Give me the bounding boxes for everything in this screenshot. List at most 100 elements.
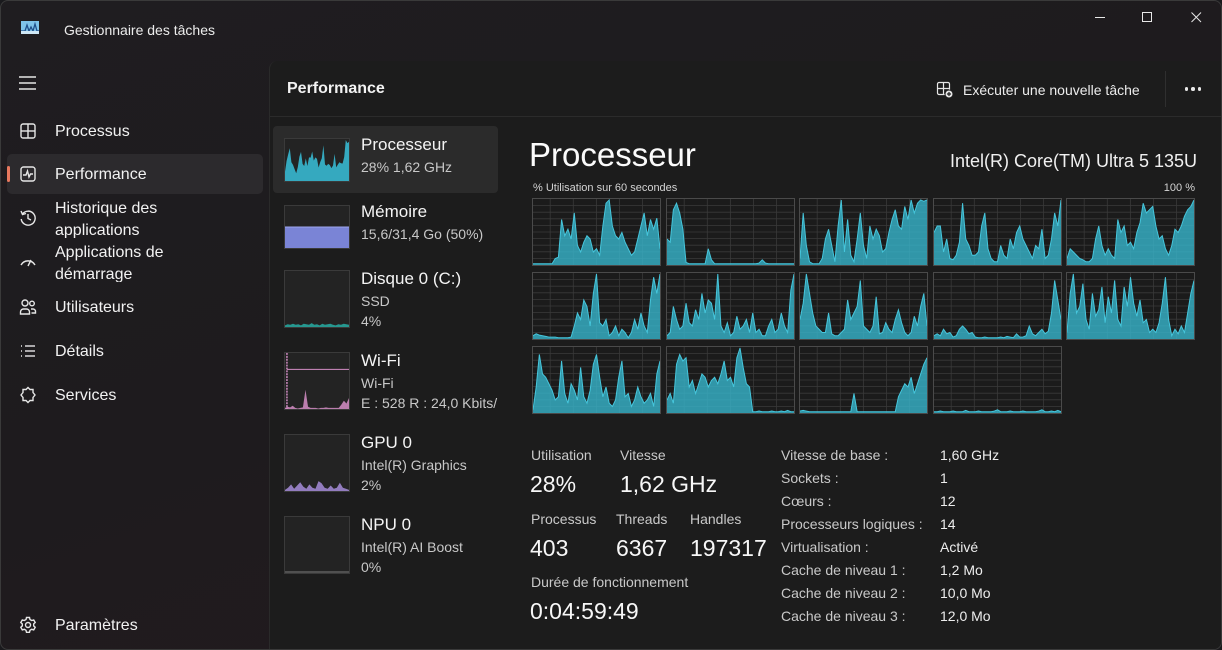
handles-value: 197317	[690, 535, 767, 561]
run-new-task-button[interactable]: Exécuter une nouvelle tâche	[936, 77, 1140, 103]
cpu-core-svg	[933, 347, 1061, 413]
disk-thumbnail-graph	[284, 270, 350, 328]
resource-name: NPU 0	[361, 515, 412, 534]
resource-item-wifi[interactable]: Wi-Fi Wi-Fi E : 528 R : 24,0 Kbits/	[273, 342, 498, 411]
active-indicator	[7, 166, 10, 182]
resource-name: Mémoire	[361, 202, 428, 221]
cpu-core-graph	[932, 346, 1062, 414]
history-icon	[19, 209, 37, 227]
cpu-thumbnail-graph	[284, 138, 350, 182]
gear-icon	[19, 616, 37, 634]
resource-type: Wi-Fi	[361, 375, 394, 391]
cpu-core-svg	[1067, 199, 1194, 265]
cpu-core-graph	[665, 272, 795, 340]
cpu-core-graph	[665, 346, 795, 414]
graph-max-label: 100 %	[1163, 182, 1195, 194]
utilisation-value: 28%	[530, 471, 577, 497]
resource-type: Intel(R) AI Boost	[361, 539, 463, 555]
threads-value: 6367	[616, 535, 668, 561]
resource-value: 4%	[361, 313, 382, 329]
spec-value: 14	[940, 516, 956, 532]
services-icon	[19, 386, 37, 404]
detail-title: Processeur	[529, 136, 696, 173]
resource-value: 0%	[361, 559, 382, 575]
cpu-core-svg	[666, 347, 794, 413]
resource-value: 15,6/31,4 Go (50%)	[361, 226, 484, 242]
thumb-gpu-area	[285, 481, 349, 491]
sidebar-item-startup-apps[interactable]: Applications de démarrage	[7, 242, 263, 282]
spec-label: Sockets :	[781, 470, 839, 486]
cpu-core-svg	[533, 273, 660, 339]
resource-item-gpu[interactable]: GPU 0 Intel(R) Graphics 2%	[273, 424, 498, 493]
cpu-core-graph	[532, 272, 661, 340]
spec-value: 1,60 GHz	[940, 447, 1000, 463]
cpu-core-graph	[665, 198, 795, 266]
cpu-core-svg	[533, 199, 660, 265]
more-dot-icon	[1197, 87, 1202, 91]
run-task-label: Exécuter une nouvelle tâche	[963, 82, 1140, 98]
resource-name: Processeur	[361, 135, 447, 154]
page-title: Performance	[287, 80, 385, 97]
cpu-core-graph	[532, 198, 661, 266]
resource-item-npu[interactable]: NPU 0 Intel(R) AI Boost 0%	[273, 506, 498, 575]
header-divider	[1165, 71, 1166, 107]
sidebar-item-settings[interactable]: Paramètres	[7, 605, 263, 645]
cpu-core-graph	[932, 198, 1062, 266]
memory-fill-bar	[285, 227, 349, 248]
cpu-core-svg	[666, 199, 794, 265]
run-task-icon	[936, 81, 954, 99]
sidebar-item-label: Historique des applications	[55, 200, 158, 238]
sidebar-item-services[interactable]: Services	[7, 375, 263, 415]
handles-label: Handles	[690, 511, 742, 527]
cpu-core-graph	[799, 346, 928, 414]
resource-name: GPU 0	[361, 433, 413, 452]
cpu-core-graph	[932, 272, 1062, 340]
spec-value: 1,2 Mo	[940, 562, 983, 578]
resource-type: SSD	[361, 293, 390, 309]
spec-label: Cache de niveau 3 :	[781, 608, 906, 624]
close-icon	[1190, 11, 1201, 22]
main-panel: Performance Exécuter une nouvelle tâche …	[269, 61, 1221, 649]
resource-item-memory[interactable]: Mémoire 15,6/31,4 Go (50%)	[273, 193, 498, 260]
spec-value: 10,0 Mo	[940, 585, 991, 601]
processes-label: Processus	[531, 511, 597, 527]
resource-name: Wi-Fi	[361, 351, 401, 370]
close-button[interactable]	[1173, 1, 1219, 33]
resource-value: 28% 1,62 GHz	[361, 159, 453, 175]
hamburger-icon[interactable]	[18, 75, 38, 91]
graph-caption: % Utilisation sur 60 secondes	[533, 182, 678, 194]
utilisation-label: Utilisation	[531, 447, 592, 463]
spec-value: 1	[940, 470, 948, 486]
cpu-model-name: Intel(R) Core(TM) Ultra 5 135U	[949, 151, 1197, 171]
maximize-button[interactable]	[1124, 1, 1170, 33]
spec-value: 12	[940, 493, 956, 509]
more-dot-icon	[1191, 87, 1195, 91]
minimize-button[interactable]	[1077, 1, 1123, 33]
sidebar-item-performance[interactable]: Performance	[7, 154, 263, 194]
cpu-core-svg	[1067, 273, 1194, 339]
uptime-value: 0:04:59:49	[530, 598, 639, 624]
details-icon	[19, 342, 37, 360]
thumb-cpu-area	[285, 139, 349, 181]
cpu-core-area	[533, 273, 660, 339]
cpu-core-svg	[800, 199, 927, 265]
thumb-disk-area	[285, 323, 349, 327]
spec-value: Activé	[940, 539, 979, 555]
sidebar-item-users[interactable]: Utilisateurs	[7, 287, 263, 327]
resource-item-disk[interactable]: Disque 0 (C:) SSD 4%	[273, 260, 498, 329]
sidebar-item-app-history[interactable]: Historique des applications	[7, 198, 263, 238]
thumb-wifi-area	[285, 389, 349, 409]
sidebar-item-details[interactable]: Détails	[7, 331, 263, 371]
cpu-core-svg	[933, 273, 1061, 339]
more-options-button[interactable]	[1178, 77, 1208, 101]
sidebar-item-label: Applications de démarrage	[55, 244, 164, 282]
cpu-core-graph	[799, 272, 928, 340]
cpu-core-svg	[933, 199, 1061, 265]
gpu-thumbnail-graph	[284, 434, 350, 492]
resource-item-cpu[interactable]: Processeur 28% 1,62 GHz	[273, 126, 498, 193]
spec-label: Virtualisation :	[781, 539, 869, 555]
spec-value: 12,0 Mo	[940, 608, 991, 624]
sidebar-item-processus[interactable]: Processus	[7, 111, 263, 151]
threads-label: Threads	[616, 511, 668, 527]
sidebar-item-label: Détails	[55, 343, 104, 360]
